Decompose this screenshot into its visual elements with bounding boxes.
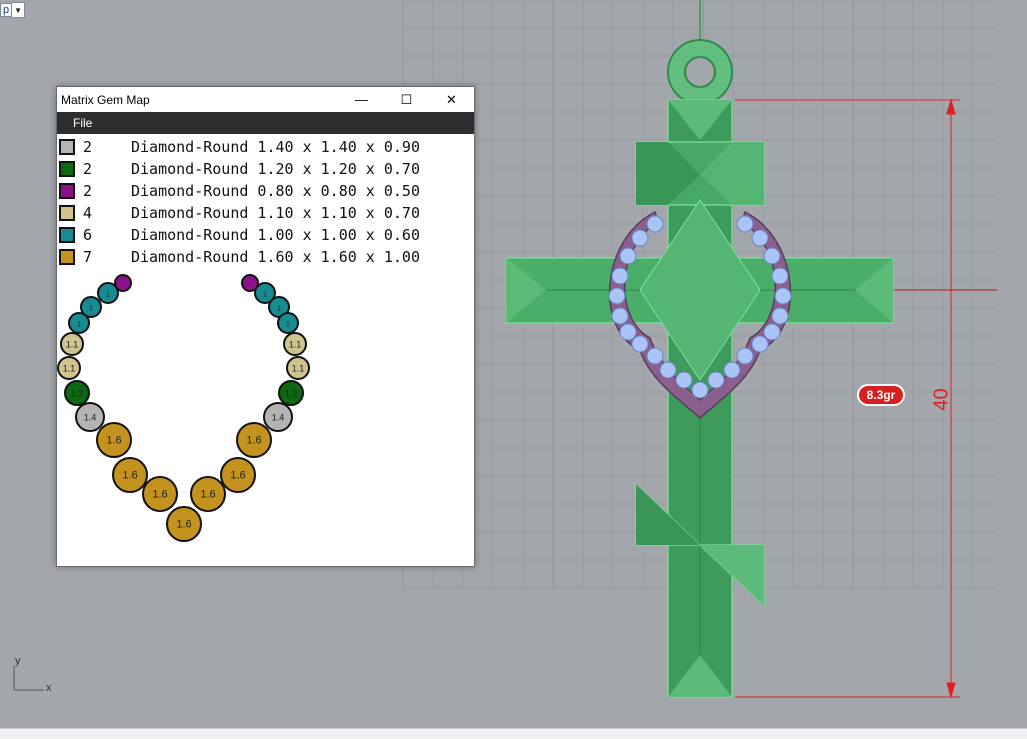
- gem-count: 2: [83, 160, 93, 178]
- window-title: Matrix Gem Map: [61, 92, 150, 107]
- menu-file[interactable]: File: [57, 116, 92, 130]
- gem-map-size-label: 1.1: [63, 364, 76, 374]
- gem-count: 2: [83, 138, 93, 156]
- axis-x-label: x: [46, 682, 52, 694]
- bezel-gem: [736, 347, 754, 365]
- viewport-label[interactable]: p ▼: [0, 2, 26, 18]
- gem-color-swatch: [59, 139, 75, 155]
- gem-map-size-label: 1.1: [289, 340, 302, 350]
- bezel-gem: [771, 307, 789, 325]
- bezel-gem: [631, 229, 649, 247]
- bezel-gem: [771, 267, 789, 285]
- gem-map-size-label: 1.6: [152, 489, 167, 501]
- gem-list-row[interactable]: 6 Diamond-Round 1.00 x 1.00 x 0.60: [57, 224, 474, 246]
- weight-badge: 8.3gr: [857, 384, 905, 406]
- gem-color-swatch: [59, 161, 75, 177]
- gem-map-size-label: 1.6: [176, 519, 191, 531]
- gem-description: Diamond-Round 1.10 x 1.10 x 0.70: [131, 204, 420, 222]
- gem-list-row[interactable]: 2 Diamond-Round 1.40 x 1.40 x 0.90: [57, 136, 474, 158]
- gem-description: Diamond-Round 1.60 x 1.60 x 1.00: [131, 248, 420, 266]
- bezel-gem: [631, 335, 649, 353]
- maximize-button[interactable]: ☐: [384, 87, 429, 112]
- bezel-gem: [608, 287, 626, 305]
- bezel-gem: [707, 371, 725, 389]
- gem-list-row[interactable]: 2 Diamond-Round 1.20 x 1.20 x 0.70: [57, 158, 474, 180]
- height-dimension: [735, 98, 960, 699]
- gem-map-size-label: 1.2: [285, 389, 298, 399]
- bezel-gem: [751, 229, 769, 247]
- axis-y-label: y: [15, 655, 21, 667]
- gem-map-size-label: 1.1: [292, 364, 305, 374]
- gem-map-size-label: 1.6: [230, 470, 245, 482]
- axis-indicator: [13, 666, 44, 691]
- cross-pendant[interactable]: [505, 39, 894, 698]
- gem-count: 2: [83, 182, 93, 200]
- bezel-gem: [619, 323, 637, 341]
- minimize-button[interactable]: —: [339, 87, 384, 112]
- gem-map-size-label: 1: [106, 292, 110, 299]
- gem-color-swatch: [59, 249, 75, 265]
- gem-list-row[interactable]: 2 Diamond-Round 0.80 x 0.80 x 0.50: [57, 180, 474, 202]
- gem-map-window[interactable]: Matrix Gem Map — ☐ ✕ File 2 Diamond-Round…: [56, 86, 475, 567]
- gem-map-size-label: 1: [277, 306, 281, 313]
- gem-map-size-label: 1: [263, 292, 267, 299]
- menu-bar: File: [57, 112, 474, 134]
- bezel-gem: [675, 371, 693, 389]
- bezel-gem: [619, 247, 637, 265]
- gem-count: 7: [83, 248, 93, 266]
- bezel-gem: [723, 361, 741, 379]
- gem-map-size-label: 1: [89, 306, 93, 313]
- bezel-gem: [751, 335, 769, 353]
- gem-count: 4: [83, 204, 93, 222]
- bezel-gem: [611, 267, 629, 285]
- bezel-gem: [646, 215, 664, 233]
- gem-map-size-label: 1.6: [106, 435, 121, 447]
- gem-description: Diamond-Round 1.00 x 1.00 x 0.60: [131, 226, 420, 244]
- bezel-gem: [611, 307, 629, 325]
- bezel-gem: [736, 215, 754, 233]
- gem-map-size-label: 1.6: [122, 470, 137, 482]
- window-titlebar[interactable]: Matrix Gem Map — ☐ ✕: [57, 87, 474, 112]
- bezel-gem: [774, 287, 792, 305]
- gem-map-size-label: 1.6: [246, 435, 261, 447]
- gem-map-size-label: 1.2: [71, 389, 84, 399]
- gem-description: Diamond-Round 1.20 x 1.20 x 0.70: [131, 160, 420, 178]
- viewport-name[interactable]: p: [0, 3, 13, 17]
- gem-list-row[interactable]: 7 Diamond-Round 1.60 x 1.60 x 1.00: [57, 246, 474, 268]
- gem-description: Diamond-Round 0.80 x 0.80 x 0.50: [131, 182, 420, 200]
- gem-description: Diamond-Round 1.40 x 1.40 x 0.90: [131, 138, 420, 156]
- status-bar: [0, 728, 1027, 739]
- gem-color-swatch: [59, 227, 75, 243]
- gem-color-swatch: [59, 183, 75, 199]
- gem-map-size-label: 1.1: [66, 340, 79, 350]
- gem-count: 6: [83, 226, 93, 244]
- gem-map-size-label: 1.6: [200, 489, 215, 501]
- gem-layout-map: 1 1 1 1 1 1 1.1 1.1 1.1 1.1 1.2 1.2 1.4 1.4 1.6 1.6 1.6 1…: [57, 274, 310, 542]
- gem-color-swatch: [59, 205, 75, 221]
- dimension-label: 40: [930, 388, 953, 411]
- gem-map-size-label: 1: [77, 322, 81, 329]
- bezel-gem: [763, 247, 781, 265]
- gem-map-size-label: 1: [286, 322, 290, 329]
- bezel-gem: [659, 361, 677, 379]
- bezel-gem: [763, 323, 781, 341]
- gem-list-row[interactable]: 4 Diamond-Round 1.10 x 1.10 x 0.70: [57, 202, 474, 224]
- gem-map-size-label: 1.4: [272, 413, 285, 423]
- viewport-dropdown-icon[interactable]: ▼: [12, 2, 26, 18]
- bezel-gem: [646, 347, 664, 365]
- bail-hole: [684, 56, 716, 88]
- bezel-gem: [691, 381, 709, 399]
- gem-list: 2 Diamond-Round 1.40 x 1.40 x 0.90 2 Diamon…: [57, 136, 474, 268]
- close-button[interactable]: ✕: [429, 87, 474, 112]
- gem-map-size-label: 1.4: [84, 413, 97, 423]
